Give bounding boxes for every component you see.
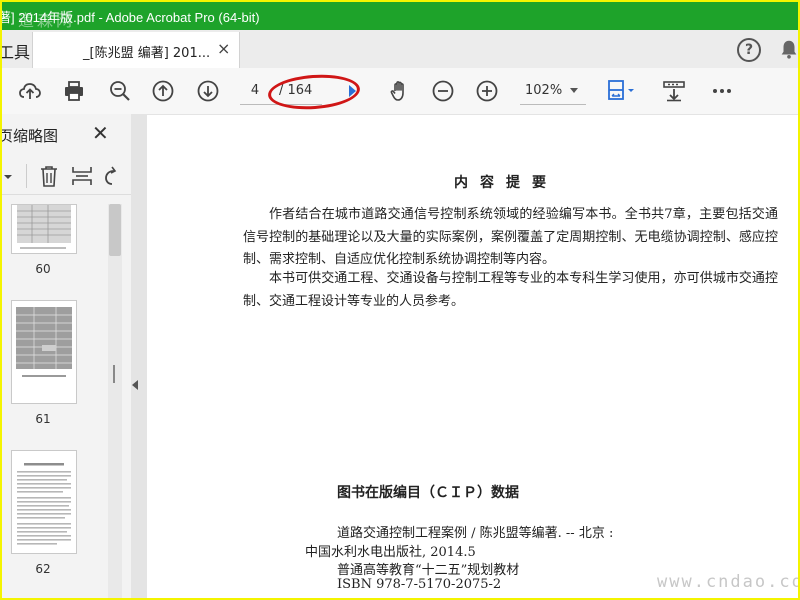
- cip-line: 中国水利水电出版社, 2014.5: [305, 545, 476, 560]
- rotate-page-icon[interactable]: [102, 164, 118, 188]
- page-thumbnail[interactable]: [11, 300, 77, 404]
- panel-close-icon[interactable]: ✕: [92, 121, 109, 145]
- panel-resize-handle[interactable]: [113, 365, 115, 383]
- cursor-arrow-icon: [349, 85, 356, 97]
- options-caret-icon[interactable]: [4, 173, 12, 181]
- thumbnail-preview: [16, 307, 72, 377]
- collapse-panel-arrow-icon[interactable]: [132, 380, 138, 390]
- cloud-upload-icon[interactable]: [18, 79, 42, 103]
- thumbnails-toolbar: [2, 158, 131, 195]
- tab-document-label: _[陈兆盟 编著] 201...: [83, 46, 211, 61]
- tab-tools[interactable]: 工具: [2, 39, 30, 63]
- thumbnail-page-number: 61: [35, 412, 51, 426]
- page-number-input[interactable]: 4: [240, 80, 270, 102]
- thumbnail-preview: [17, 463, 71, 545]
- notification-bell-icon[interactable]: [778, 38, 800, 60]
- zoom-underline: [520, 104, 586, 105]
- help-icon[interactable]: ?: [737, 38, 761, 62]
- hand-tool-icon[interactable]: [388, 79, 412, 103]
- cip-line: 道路交通控制工程案例 / 陈兆盟等编著. -- 北京 :: [337, 526, 614, 541]
- tab-bar: 工具 _[陈兆盟 编著] 201... × ?: [2, 30, 800, 69]
- zoom-dropdown-caret-icon[interactable]: [570, 88, 578, 93]
- thumbnails-scrollbar[interactable]: [108, 204, 122, 598]
- summary-paragraph: 作者结合在城市道路交通信号控制系统领域的经验编写本书。全书共7章，主要包括交通信…: [243, 207, 778, 267]
- thumbnails-panel-title: 页缩略图: [0, 127, 59, 145]
- more-options-icon[interactable]: [710, 79, 734, 103]
- cip-line: 普通高等教育“十二五”规划教材: [337, 563, 520, 578]
- fit-page-icon[interactable]: [606, 79, 636, 103]
- title-watermark: 道森网: [18, 11, 76, 30]
- scroll-mode-icon[interactable]: [662, 79, 686, 103]
- scrollbar-thumb[interactable]: [109, 204, 121, 256]
- previous-page-icon[interactable]: [151, 79, 175, 103]
- tab-document[interactable]: _[陈兆盟 编著] 201... ×: [32, 32, 240, 68]
- page-thumbnail[interactable]: [11, 450, 77, 554]
- summary-paragraph: 本书可供交通工程、交通设备与控制工程等专业的本专科生学习使用，亦可供城市交通控制…: [243, 271, 778, 309]
- cip-title: 图书在版编目（ＣＩＰ）数据: [337, 485, 519, 501]
- next-page-icon[interactable]: [196, 79, 220, 103]
- zoom-in-icon[interactable]: [475, 79, 499, 103]
- site-watermark: www.cndao.com: [657, 572, 798, 592]
- thumbnail-page-number: 62: [35, 562, 51, 576]
- insert-page-icon[interactable]: [70, 164, 94, 188]
- cip-line: ISBN 978-7-5170-2075-2: [337, 577, 502, 592]
- page-thumbnail[interactable]: [11, 204, 77, 254]
- thumbnails-list: 60 61 62: [2, 204, 124, 598]
- tab-close-icon[interactable]: ×: [217, 39, 230, 58]
- delete-page-icon[interactable]: [38, 164, 60, 188]
- zoom-out-search-icon[interactable]: [108, 79, 132, 103]
- app-window: 著] 2014年版.pdf - Adobe Acrobat Pro (64-bi…: [0, 0, 800, 600]
- tools-divider: [26, 164, 27, 188]
- thumbnails-panel: 页缩略图 ✕ 60 61 62: [0, 114, 132, 598]
- thumbnail-page-number: 60: [35, 262, 51, 276]
- thumbnail-preview: [17, 205, 71, 249]
- zoom-out-icon[interactable]: [431, 79, 455, 103]
- title-bar: 著] 2014年版.pdf - Adobe Acrobat Pro (64-bi…: [2, 2, 798, 30]
- print-icon[interactable]: [62, 79, 86, 103]
- toolbar: 4 / 164 102%: [2, 68, 798, 115]
- content-summary-heading: 内容提要: [454, 175, 558, 191]
- zoom-select[interactable]: 102%: [525, 80, 562, 102]
